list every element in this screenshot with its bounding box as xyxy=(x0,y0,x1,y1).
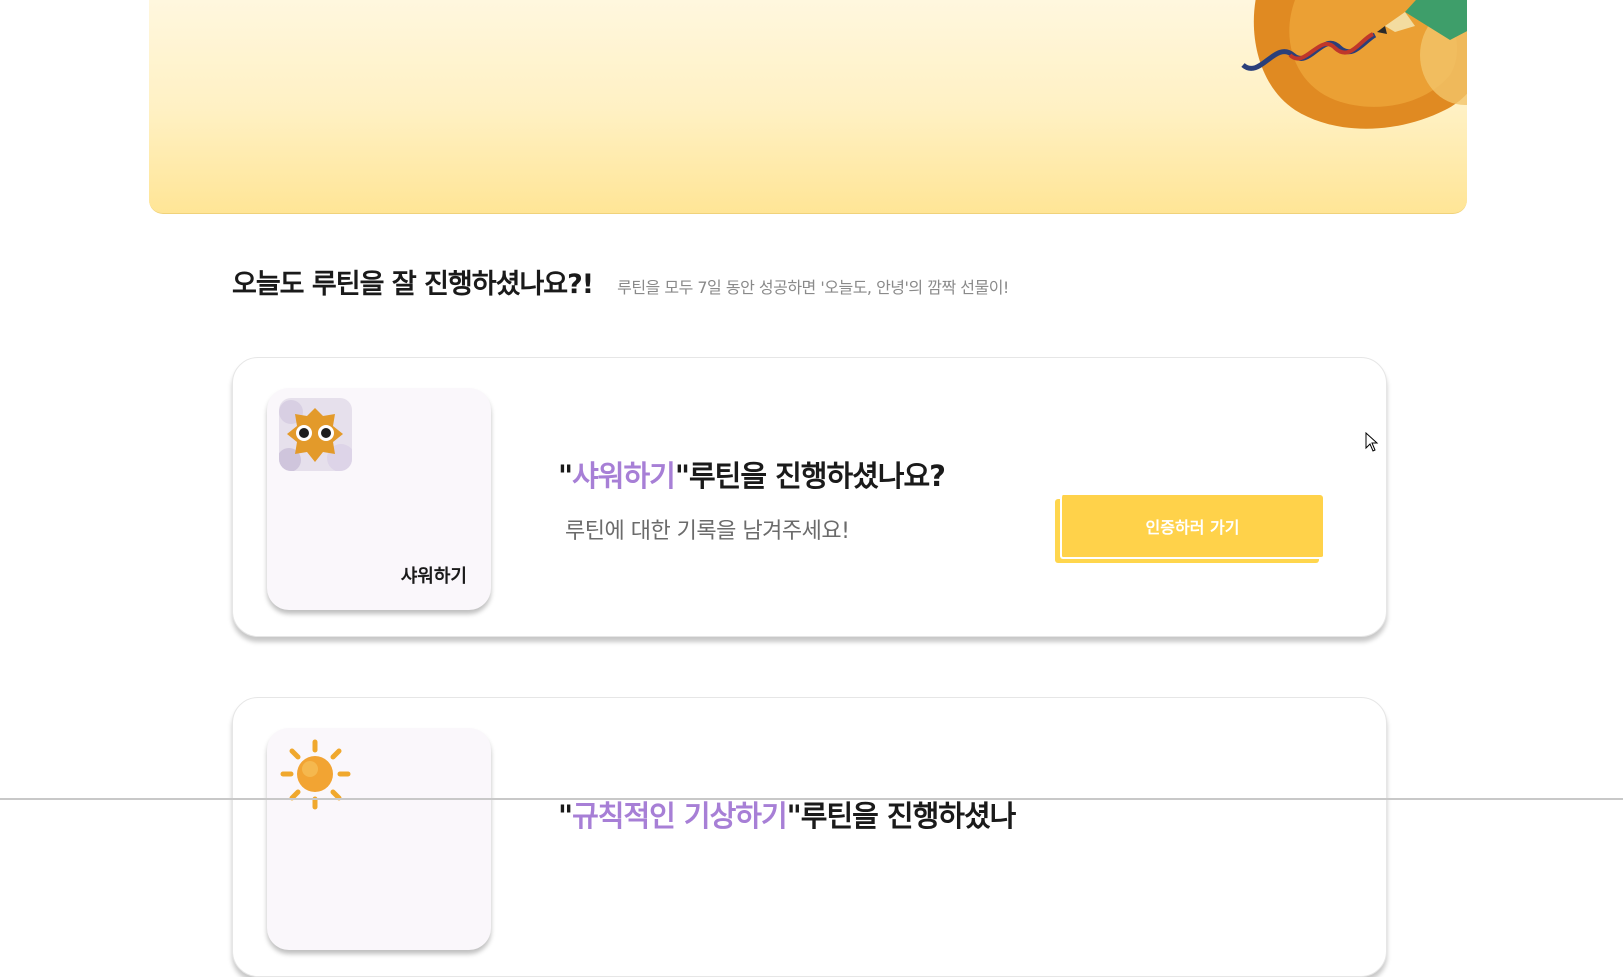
verify-button-wrapper: 인증하러 가기 xyxy=(1055,495,1325,563)
routine-thumbnail: 샤워하기 xyxy=(267,388,491,610)
orange-blob-with-pencil-illustration xyxy=(1241,0,1467,129)
routine-prompt: 루틴에 대한 기록을 남겨주세요! xyxy=(565,519,850,544)
section-title: 오늘도 루틴을 잘 진행하셨나요?! xyxy=(232,269,594,300)
routine-name-label: 샤워하기 xyxy=(400,566,467,587)
routine-thumbnail xyxy=(267,728,491,950)
sun-icon xyxy=(279,738,352,811)
mouse-cursor-icon xyxy=(1365,432,1379,452)
section-header: 오늘도 루틴을 잘 진행하셨나요?! 루틴을 모두 7일 동안 성공하면 '오늘… xyxy=(232,262,1009,301)
routine-name-highlight: 샤워하기 xyxy=(572,459,676,493)
verify-button[interactable]: 인증하러 가기 xyxy=(1060,495,1323,559)
owl-icon xyxy=(279,398,352,471)
routine-name-highlight: 규칙적인 기상하기 xyxy=(572,799,788,833)
routine-card: 샤워하기 "샤워하기"루틴을 진행하셨나요? 루틴에 대한 기록을 남겨주세요!… xyxy=(232,357,1387,637)
section-subtitle: 루틴을 모두 7일 동안 성공하면 '오늘도, 안녕'의 깜짝 선물이! xyxy=(617,278,1009,297)
hero-banner xyxy=(149,0,1467,214)
routine-question: "샤워하기"루틴을 진행하셨나요? xyxy=(558,459,946,493)
routine-card: "규칙적인 기상하기"루틴을 진행하셨나 xyxy=(232,697,1387,977)
